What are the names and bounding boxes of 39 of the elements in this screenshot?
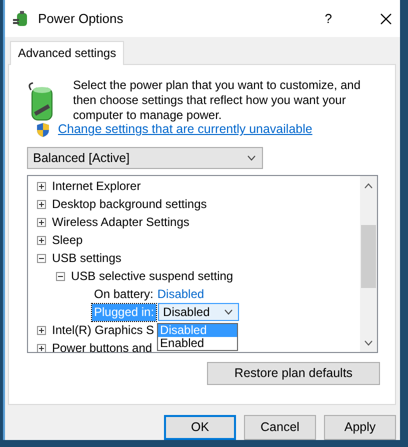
tree-item[interactable]: Desktop background settings	[52, 195, 207, 214]
dropdown-option[interactable]: Enabled	[158, 337, 238, 350]
tree-item[interactable]: Internet Explorer	[52, 177, 141, 196]
expand-icon[interactable]	[37, 236, 46, 245]
collapse-icon[interactable]	[37, 254, 46, 263]
close-icon[interactable]	[380, 12, 392, 25]
expand-icon[interactable]	[37, 326, 46, 335]
scroll-up-icon[interactable]	[364, 183, 373, 190]
setting-value[interactable]: Disabled	[157, 285, 204, 304]
tab[interactable]: Advanced settings	[10, 41, 124, 66]
battery-plug-icon	[12, 10, 30, 28]
scroll-down-icon[interactable]	[364, 340, 373, 346]
setting-label: On battery:	[94, 286, 154, 304]
tree-item[interactable]: Intel(R) Graphics S	[52, 321, 154, 340]
restore-defaults-button[interactable]: Restore plan defaults	[207, 362, 380, 386]
chevron-down-icon	[224, 309, 234, 316]
tree-item[interactable]: Wireless Adapter Settings	[52, 213, 190, 232]
scrollbar[interactable]	[360, 176, 377, 352]
tree-item[interactable]: Sleep	[52, 231, 83, 250]
shield-icon	[36, 122, 50, 138]
scroll-thumb[interactable]	[361, 225, 376, 288]
window-title: Power Options	[38, 10, 124, 28]
dialog-button[interactable]: Cancel	[244, 415, 316, 440]
tree-item[interactable]: USB selective suspend setting	[71, 267, 234, 286]
expand-icon[interactable]	[37, 182, 46, 191]
expand-icon[interactable]	[37, 200, 46, 209]
dropdown-list[interactable]: Disabled Enabled	[157, 323, 238, 352]
chevron-down-icon	[247, 155, 256, 162]
expand-icon[interactable]	[37, 344, 46, 352]
collapse-icon[interactable]	[56, 272, 65, 281]
tree-item[interactable]: USB settings	[52, 249, 122, 268]
tree-item[interactable]: Power buttons and	[52, 339, 152, 352]
dialog-button[interactable]: OK	[164, 415, 236, 440]
value-dropdown[interactable]: Disabled	[158, 303, 240, 322]
expand-icon[interactable]	[37, 218, 46, 227]
dialog-button[interactable]: Apply	[324, 415, 396, 440]
help-button[interactable]: ?	[324, 8, 332, 28]
plan-dropdown[interactable]: Balanced [Active]	[27, 147, 263, 170]
setting-label: Plugged in:	[92, 304, 156, 321]
